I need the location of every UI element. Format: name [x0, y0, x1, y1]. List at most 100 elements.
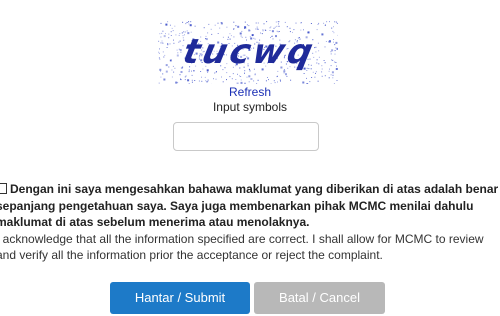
captcha-noise-dot: [191, 79, 193, 81]
captcha-noise-dot: [165, 64, 168, 67]
captcha-noise-dot: [255, 28, 257, 30]
captcha-image: tucwq: [158, 21, 338, 84]
captcha-noise-dot: [324, 24, 326, 26]
captcha-noise-dot: [171, 27, 173, 29]
captcha-noise-dot: [158, 82, 160, 84]
captcha-noise-dot: [158, 40, 160, 42]
captcha-noise-dot: [323, 60, 325, 61]
captcha-noise-dot: [167, 43, 169, 45]
captcha-noise-dot: [191, 74, 193, 76]
captcha-noise-dot: [316, 59, 318, 61]
captcha-noise-dot: [226, 72, 228, 74]
captcha-noise-dot: [316, 29, 318, 31]
captcha-noise-dot: [266, 21, 268, 23]
captcha-noise-dot: [179, 40, 181, 42]
captcha-noise-dot: [239, 75, 240, 77]
captcha-noise-dot: [182, 45, 184, 47]
captcha-noise-dot: [330, 65, 332, 67]
captcha-noise-dot: [184, 76, 186, 78]
captcha-noise-dot: [185, 23, 187, 25]
captcha-noise-dot: [277, 81, 278, 83]
captcha-noise-dot: [177, 52, 179, 54]
captcha-noise-dot: [189, 24, 192, 27]
captcha-noise-dot: [321, 68, 323, 70]
captcha-noise-dot: [253, 80, 255, 82]
captcha-noise-dot: [162, 30, 164, 32]
captcha-noise-dot: [264, 29, 266, 31]
captcha-noise-dot: [331, 59, 333, 61]
captcha-noise-dot: [324, 75, 326, 77]
captcha-noise-dot: [162, 42, 164, 44]
captcha-noise-dot: [178, 48, 180, 50]
captcha-noise-dot: [176, 49, 178, 51]
cancel-button[interactable]: Batal / Cancel: [254, 282, 385, 314]
declaration-block: Dengan ini saya mengesahkan bahawa maklu…: [0, 181, 500, 264]
captcha-noise-dot: [194, 25, 196, 27]
captcha-noise-dot: [175, 34, 177, 36]
captcha-noise-dot: [267, 77, 268, 78]
captcha-text: tucwq: [180, 32, 320, 72]
captcha-noise-dot: [335, 68, 338, 70]
captcha-noise-dot: [333, 39, 334, 40]
declaration-checkbox[interactable]: [0, 183, 7, 194]
captcha-noise-dot: [236, 82, 239, 84]
captcha-noise-dot: [315, 72, 316, 74]
captcha-noise-dot: [161, 40, 163, 42]
captcha-noise-dot: [169, 24, 171, 26]
captcha-noise-dot: [265, 80, 267, 82]
captcha-noise-dot: [182, 35, 184, 37]
captcha-noise-dot: [321, 71, 323, 73]
captcha-noise-dot: [269, 30, 271, 31]
captcha-noise-dot: [208, 23, 210, 25]
captcha-noise-dot: [277, 21, 279, 23]
captcha-noise-dot: [321, 75, 323, 77]
captcha-noise-dot: [289, 27, 291, 29]
captcha-noise-dot: [160, 42, 162, 44]
captcha-noise-dot: [188, 21, 190, 23]
captcha-noise-dot: [324, 62, 326, 64]
captcha-noise-dot: [270, 83, 272, 84]
captcha-noise-dot: [178, 41, 180, 43]
captcha-noise-dot: [177, 82, 179, 84]
captcha-noise-dot: [248, 75, 251, 78]
captcha-noise-dot: [182, 37, 184, 39]
submit-button[interactable]: Hantar / Submit: [110, 282, 250, 314]
captcha-noise-dot: [171, 69, 173, 71]
captcha-noise-dot: [249, 30, 251, 32]
refresh-captcha-link[interactable]: Refresh: [0, 85, 500, 99]
captcha-noise-dot: [317, 24, 319, 25]
captcha-noise-dot: [188, 23, 190, 25]
captcha-noise-dot: [169, 43, 171, 45]
captcha-input[interactable]: [173, 122, 319, 151]
captcha-noise-dot: [174, 25, 176, 27]
captcha-noise-dot: [222, 81, 224, 83]
captcha-noise-dot: [273, 27, 275, 29]
captcha-noise-dot: [330, 74, 332, 76]
captcha-noise-dot: [332, 74, 334, 76]
captcha-noise-dot: [235, 79, 237, 80]
captcha-noise-dot: [237, 73, 238, 75]
captcha-noise-dot: [256, 83, 258, 84]
captcha-noise-dot: [318, 63, 320, 65]
captcha-noise-dot: [330, 51, 332, 53]
captcha-noise-dot: [161, 32, 163, 34]
captcha-noise-dot: [159, 68, 162, 71]
captcha-noise-dot: [246, 76, 248, 78]
captcha-noise-dot: [335, 47, 337, 49]
captcha-noise-dot: [233, 21, 235, 23]
captcha-noise-dot: [303, 73, 305, 74]
captcha-noise-dot: [214, 24, 216, 26]
captcha-noise-dot: [194, 80, 196, 81]
captcha-noise-dot: [321, 65, 323, 67]
captcha-noise-dot: [217, 22, 219, 24]
captcha-noise-dot: [165, 33, 166, 35]
captcha-noise-dot: [184, 79, 186, 81]
captcha-noise-dot: [161, 42, 163, 44]
captcha-noise-dot: [285, 73, 287, 76]
captcha-noise-dot: [317, 42, 319, 44]
captcha-noise-dot: [318, 50, 320, 52]
captcha-noise-dot: [173, 71, 175, 73]
declaration-malay: Dengan ini saya mengesahkan bahawa maklu…: [0, 181, 500, 231]
captcha-noise-dot: [232, 73, 234, 75]
captcha-noise-dot: [335, 62, 337, 63]
